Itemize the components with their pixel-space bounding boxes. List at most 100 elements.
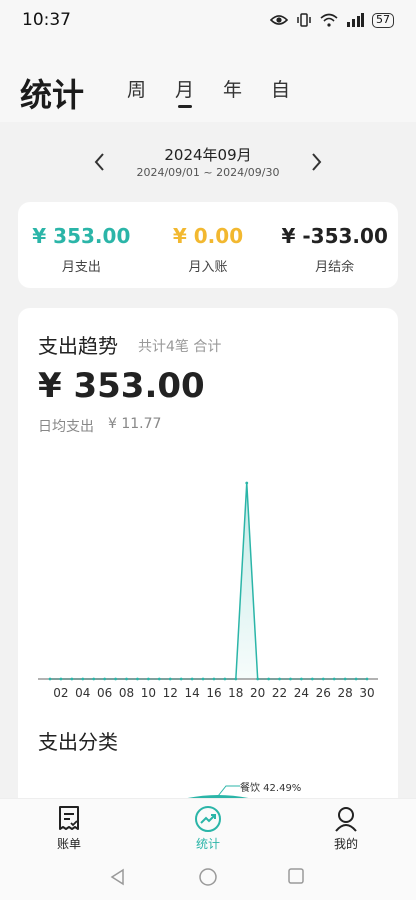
x-tick-label: 30: [359, 686, 374, 698]
nav-profile[interactable]: 我的: [306, 805, 386, 852]
nav-bill-label: 账单: [56, 837, 81, 851]
data-point-09[interactable]: [136, 677, 139, 681]
data-point-10[interactable]: [146, 677, 150, 681]
battery-icon: 57: [372, 12, 394, 28]
x-tick-label: 16: [206, 686, 221, 698]
x-tick-label: 14: [184, 686, 199, 698]
data-point-04[interactable]: [81, 677, 85, 681]
status-time: 10:37: [22, 10, 71, 30]
data-point-06[interactable]: [103, 677, 107, 681]
data-point-27[interactable]: [332, 677, 336, 681]
data-point-15[interactable]: [201, 677, 205, 681]
period-tabs: 周 月 年 自: [127, 75, 319, 108]
trend-card: 支出趋势 共计4笔 合计 ¥ 353.00 日均支出 ¥ 11.77 02 04 0…: [18, 308, 398, 828]
nav-stats-label: 统计: [195, 837, 220, 851]
profile-icon: [335, 807, 357, 832]
data-point-21[interactable]: [267, 677, 271, 681]
data-point-23[interactable]: [289, 677, 292, 681]
data-point-02[interactable]: [59, 677, 63, 681]
vibrate-icon: [297, 13, 311, 27]
tab-month[interactable]: 月: [175, 75, 223, 108]
data-point-28[interactable]: [343, 677, 347, 681]
period-range: 2024/09/01 ~ 2024/09/30: [136, 166, 280, 179]
status-icons: 57: [270, 12, 394, 28]
data-point-07[interactable]: [114, 677, 117, 681]
data-point-18[interactable]: [234, 677, 238, 681]
x-tick-label: 06: [97, 686, 112, 698]
income-value: ¥ 0.00: [172, 224, 244, 248]
x-tick-label: 12: [163, 686, 178, 698]
expense-summary: ¥ 353.00 月支出: [18, 202, 145, 288]
eye-icon: [270, 15, 288, 25]
next-month-icon[interactable]: [304, 150, 328, 174]
back-icon[interactable]: [108, 867, 128, 887]
tab-custom[interactable]: 自: [271, 75, 319, 102]
x-tick-label: 02: [53, 686, 68, 698]
x-tick-label: 20: [250, 686, 265, 698]
data-point-26[interactable]: [321, 677, 325, 681]
balance-value: ¥ -353.00: [281, 224, 388, 248]
balance-summary: ¥ -353.00 月结余: [271, 202, 398, 288]
trend-subtitle: 共计4笔 合计: [138, 339, 222, 355]
home-icon[interactable]: [198, 867, 218, 887]
trend-total: ¥ 353.00: [38, 366, 205, 406]
x-tick-label: 26: [316, 686, 331, 698]
data-point-17[interactable]: [223, 677, 227, 681]
x-tick-label: 08: [119, 686, 134, 698]
series-line: [50, 482, 367, 680]
expense-value: ¥ 353.00: [32, 224, 131, 248]
series-area: [50, 482, 367, 679]
summary-card: ¥ 353.00 月支出 ¥ 0.00 月入账 ¥ -353.00 月结余: [18, 202, 398, 288]
x-tick-label: 24: [294, 686, 309, 698]
data-point-03[interactable]: [70, 677, 74, 681]
expense-label: 月支出: [61, 260, 101, 275]
period-label: 2024年09月: [164, 146, 252, 164]
x-tick-label: 22: [272, 686, 287, 698]
data-point-16[interactable]: [212, 677, 216, 681]
data-point-05[interactable]: [92, 677, 96, 681]
income-label: 月入账: [188, 260, 228, 275]
income-summary: ¥ 0.00 月入账: [145, 202, 272, 288]
bottom-nav: 账单 统计 我的: [0, 798, 416, 900]
wifi-icon: [320, 13, 338, 27]
daily-average-label: 日均支出: [38, 419, 94, 435]
x-tick-label: 18: [228, 686, 243, 698]
pie-label-dining: 餐饮 42.49%: [240, 783, 302, 794]
signal-icon: [347, 13, 364, 27]
page-title: 统计: [20, 76, 85, 114]
trend-icon: [195, 806, 221, 832]
x-tick-label: 04: [75, 686, 90, 698]
data-point-01[interactable]: [48, 677, 52, 681]
data-point-13[interactable]: [179, 677, 183, 681]
daily-average-value: ¥ 11.77: [108, 416, 162, 432]
pie-leader-line: [217, 785, 240, 797]
nav-stats[interactable]: 统计: [168, 805, 248, 852]
data-point-25[interactable]: [310, 677, 314, 681]
data-point-08[interactable]: [125, 677, 128, 681]
data-point-29[interactable]: [354, 677, 358, 681]
nav-bill[interactable]: 账单: [29, 805, 109, 852]
expense-trend-chart[interactable]: 02 04 06 08 10 12 14 16 18 20 22 24 26 28 30: [18, 448, 398, 698]
category-title: 支出分类: [38, 730, 118, 754]
data-point-20[interactable]: [256, 677, 260, 681]
data-point-22[interactable]: [278, 677, 281, 681]
tab-year[interactable]: 年: [223, 75, 271, 102]
balance-label: 月结余: [315, 260, 355, 275]
trend-title: 支出趋势: [38, 334, 118, 358]
system-nav-bar: [0, 863, 416, 893]
tab-week[interactable]: 周: [127, 75, 175, 102]
data-point-12[interactable]: [168, 677, 172, 681]
data-point-11[interactable]: [157, 677, 161, 681]
data-point-19[interactable]: [245, 481, 249, 485]
header: 统计 周 月 年 自: [0, 40, 416, 122]
status-bar: 10:37 57: [0, 0, 416, 40]
nav-profile-label: 我的: [333, 837, 358, 851]
bill-icon: [59, 806, 79, 830]
data-point-30[interactable]: [365, 677, 369, 681]
data-point-14[interactable]: [190, 677, 194, 681]
data-point-24[interactable]: [300, 677, 303, 681]
recents-icon[interactable]: [287, 867, 305, 885]
x-tick-label: 28: [337, 686, 352, 698]
date-navigator: 2024年09月 2024/09/01 ~ 2024/09/30: [0, 140, 416, 188]
x-tick-label: 10: [141, 686, 156, 698]
